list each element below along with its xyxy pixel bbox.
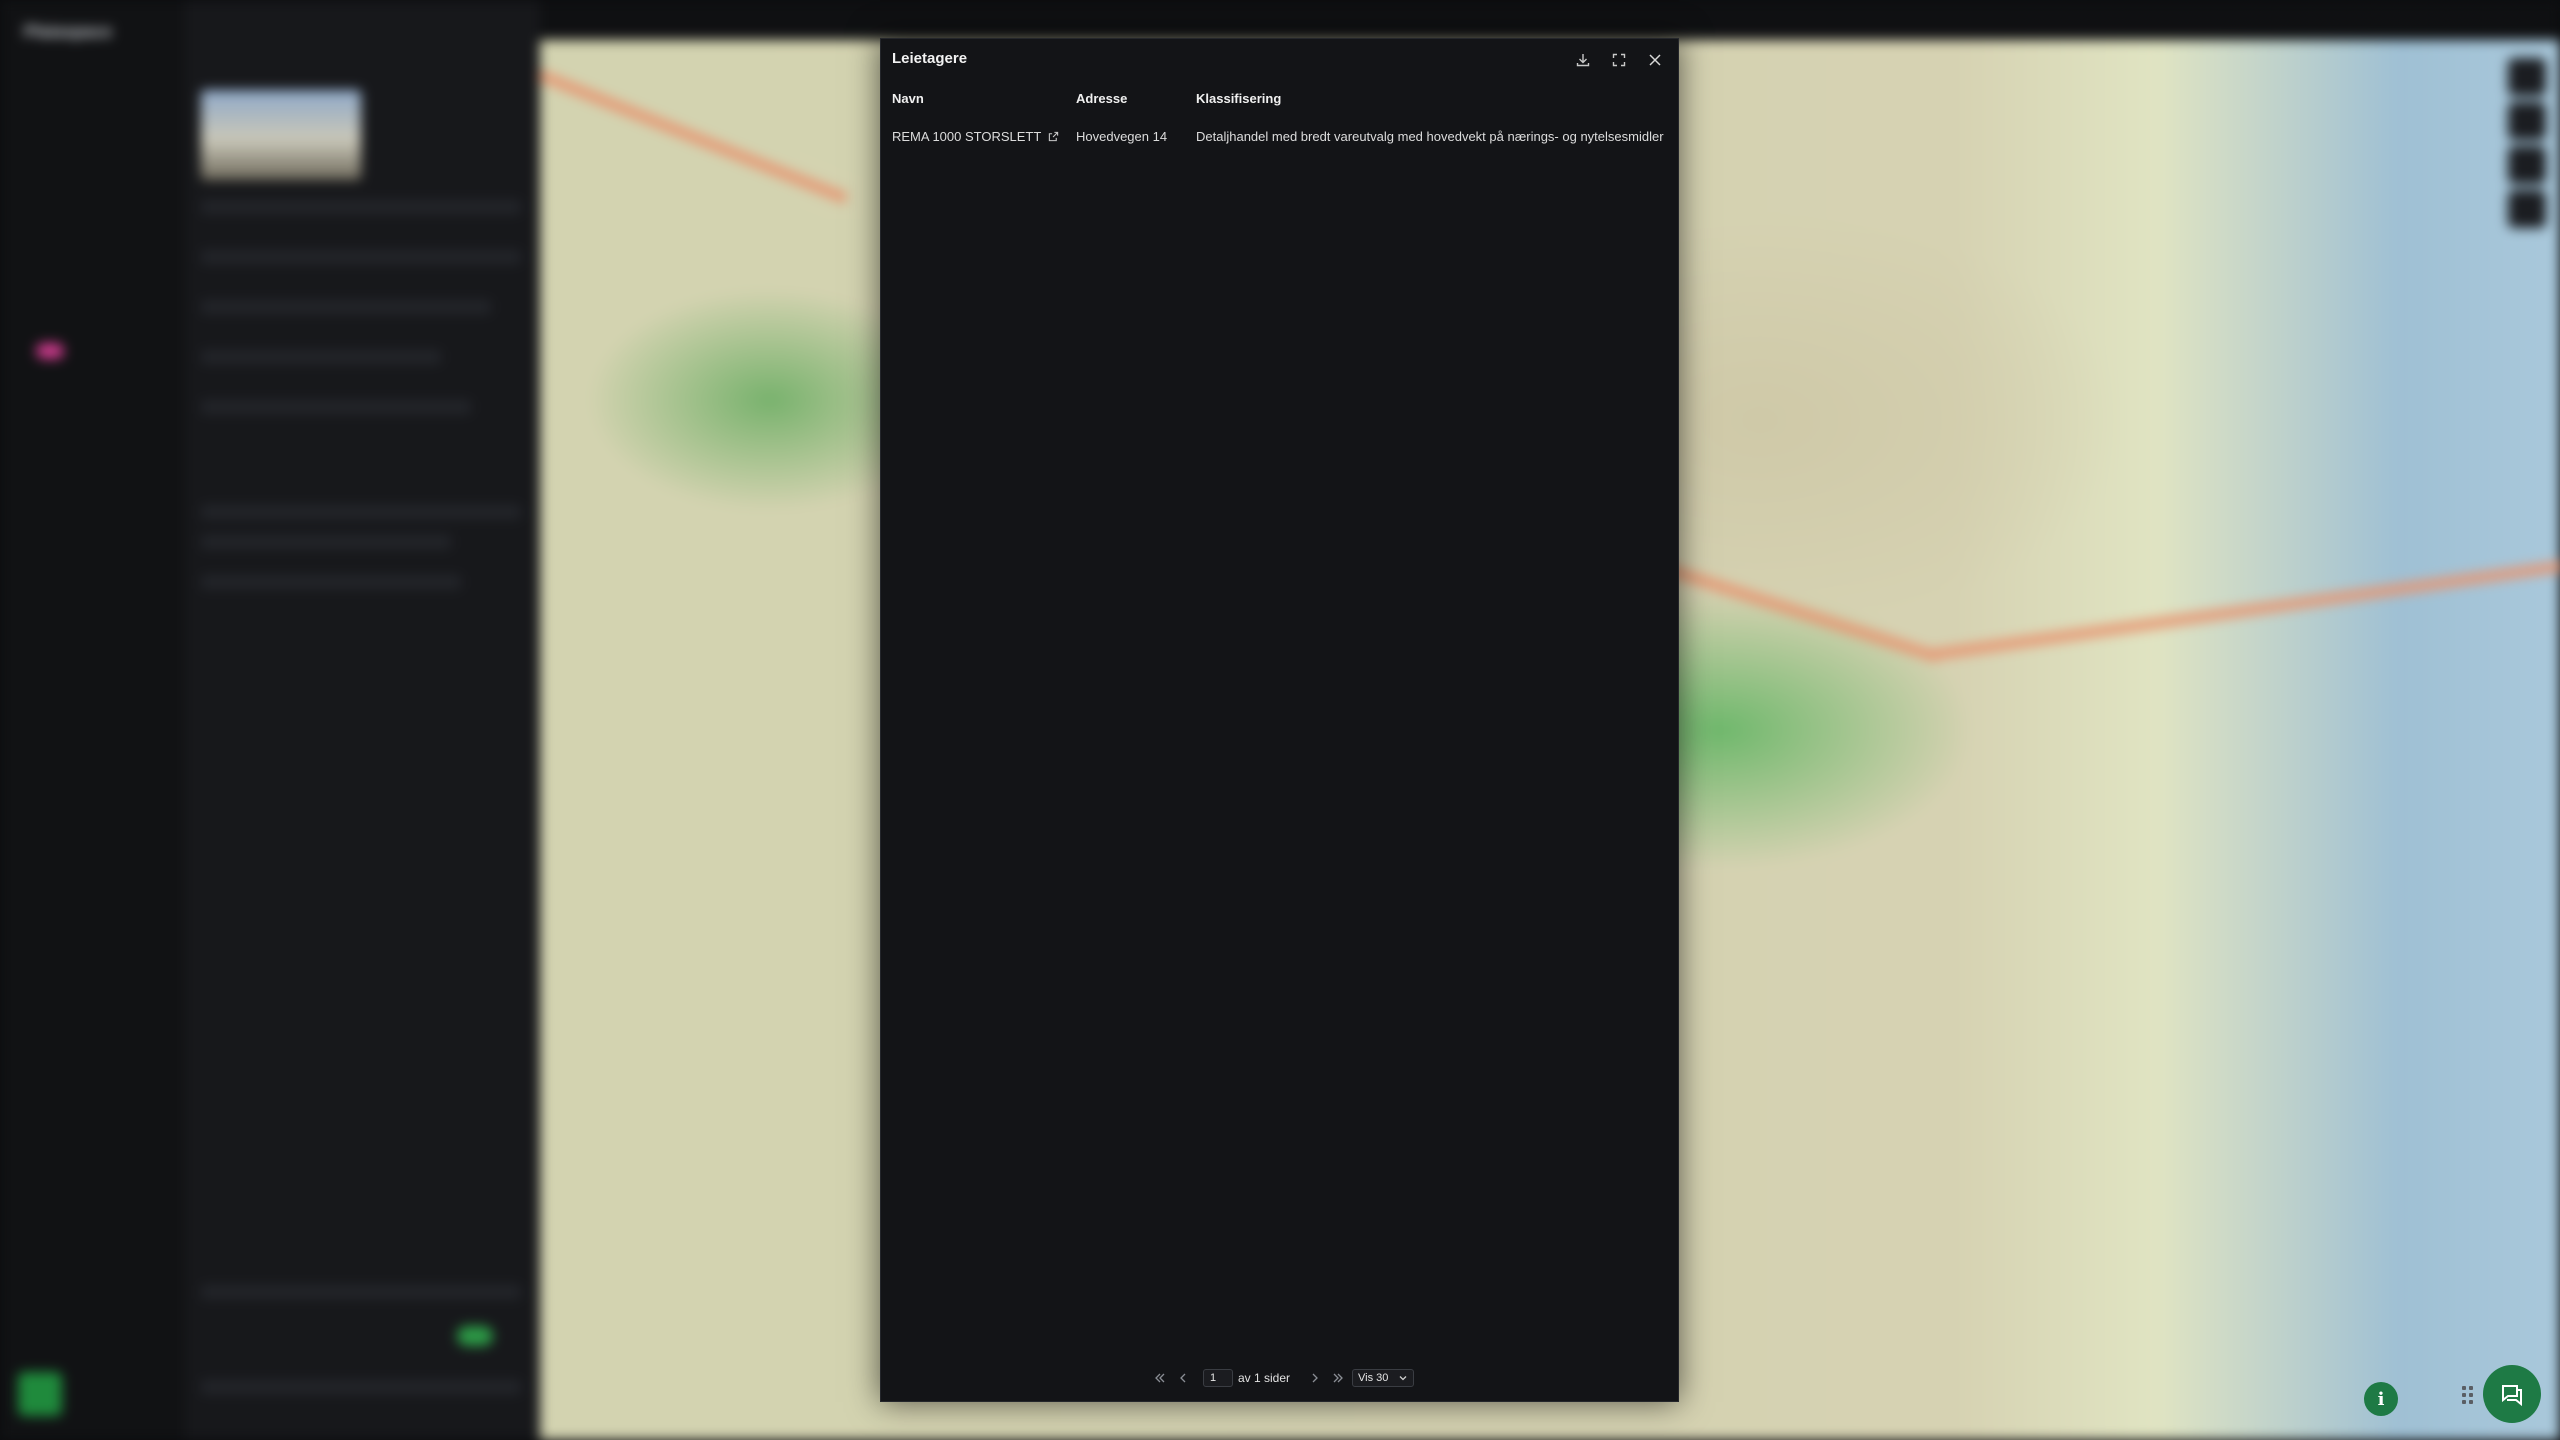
tenants-modal: Leietagere Navn Adresse Klassifisering R…	[880, 38, 1679, 1402]
prev-page-icon[interactable]	[1174, 1368, 1192, 1388]
map-control	[2508, 146, 2546, 184]
tenant-address-cell: Hovedvegen 14	[1076, 129, 1168, 144]
sidebar-item	[26, 76, 64, 114]
per-page-value: Vis 30	[1358, 1372, 1389, 1384]
map-road	[1929, 560, 2560, 660]
column-header-klassifisering[interactable]: Klassifisering	[1196, 91, 1281, 106]
per-page-select[interactable]: Vis 30	[1352, 1369, 1414, 1387]
sidebar-item	[26, 114, 64, 152]
chevron-down-icon	[1398, 1373, 1408, 1386]
column-header-adresse[interactable]: Adresse	[1076, 91, 1127, 106]
first-page-icon[interactable]	[1151, 1368, 1169, 1388]
panel-row	[201, 250, 521, 264]
sidebar: Plaiaspace	[0, 0, 185, 1440]
sidebar-item	[26, 152, 64, 190]
panel-row	[201, 400, 471, 414]
map-control	[2508, 190, 2546, 228]
panel-row	[201, 1285, 521, 1299]
avatar	[18, 1372, 62, 1416]
page-count-text: av 1 sider	[1238, 1371, 1291, 1385]
panel-row	[201, 535, 451, 549]
pagination: av 1 sider Vis 30	[881, 1368, 1678, 1390]
sidebar-item	[26, 190, 64, 228]
new-badge	[36, 343, 64, 360]
panel-row	[201, 200, 521, 214]
column-header-navn[interactable]: Navn	[892, 91, 924, 106]
tenant-classification-cell: Detaljhandel med bredt vareutvalg med ho…	[1196, 129, 1664, 144]
tenant-name-cell: REMA 1000 STORSLETT	[892, 129, 1059, 145]
external-link-icon[interactable]	[1048, 130, 1059, 145]
page-number-input[interactable]	[1203, 1369, 1233, 1387]
info-icon[interactable]: i	[2364, 1382, 2398, 1416]
drag-handle-icon[interactable]	[2462, 1386, 2476, 1410]
panel-row	[201, 300, 491, 314]
map-road	[538, 70, 848, 204]
modal-title: Leietagere	[892, 50, 968, 67]
map-control	[2508, 102, 2546, 140]
panel-row	[201, 575, 461, 589]
close-icon[interactable]	[1644, 49, 1666, 71]
toggle	[457, 1326, 493, 1346]
sidebar-item	[26, 228, 64, 266]
expand-icon[interactable]	[1608, 49, 1630, 71]
tenant-name-link[interactable]: REMA 1000 STORSLETT	[892, 129, 1041, 144]
table-header: Navn Adresse Klassifisering	[881, 91, 1678, 121]
sidebar-nav	[26, 76, 64, 380]
panel-row	[201, 1380, 521, 1394]
property-thumbnail	[201, 90, 361, 180]
table-row: REMA 1000 STORSLETT Hovedvegen 14 Detalj…	[881, 129, 1678, 159]
top-bar	[185, 0, 2560, 40]
panel-row	[201, 350, 441, 364]
sidebar-item	[26, 342, 64, 380]
sidebar-item	[26, 304, 64, 342]
download-icon[interactable]	[1572, 49, 1594, 71]
modal-header-actions	[1572, 49, 1666, 71]
app-logo: Plaiaspace	[24, 22, 112, 41]
panel-row	[201, 505, 521, 519]
chat-icon[interactable]	[2483, 1365, 2541, 1423]
property-panel	[185, 0, 540, 1440]
map-control	[2508, 58, 2546, 96]
sidebar-item	[26, 266, 64, 304]
next-page-icon[interactable]	[1306, 1368, 1324, 1388]
last-page-icon[interactable]	[1329, 1368, 1347, 1388]
